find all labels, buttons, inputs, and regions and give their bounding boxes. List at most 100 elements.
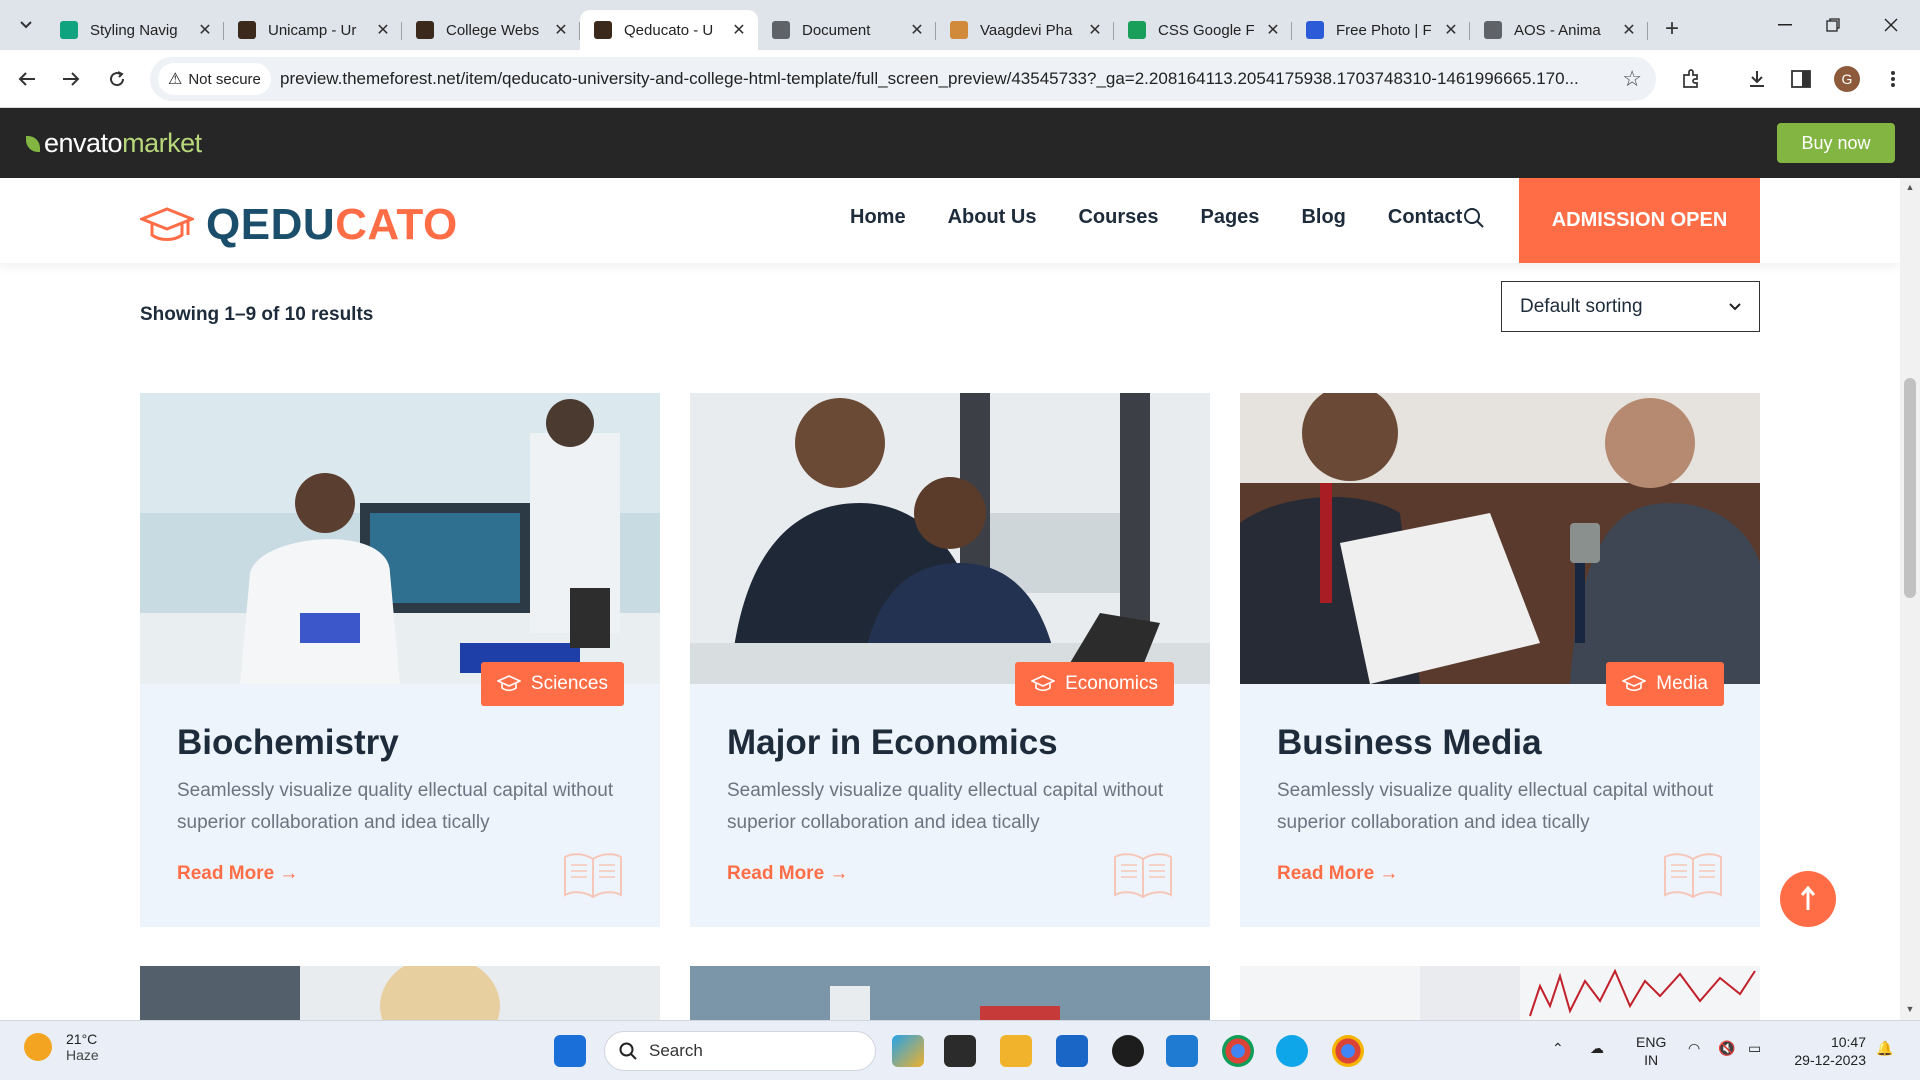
tray-chevron-icon[interactable]: ⌃ xyxy=(1552,1039,1564,1057)
category-label: Media xyxy=(1656,673,1708,694)
close-tab-icon[interactable]: ✕ xyxy=(1442,20,1460,40)
browser-tab[interactable]: Vaagdevi Pha ✕ xyxy=(936,10,1114,50)
course-description: Seamlessly visualize quality ellectual c… xyxy=(727,780,1164,833)
nav-home[interactable]: Home xyxy=(850,206,906,229)
category-label: Economics xyxy=(1065,673,1158,694)
browser-tab[interactable]: CSS Google F ✕ xyxy=(1114,10,1292,50)
course-card[interactable]: Economics Major in Economics Seamlessly … xyxy=(690,393,1210,927)
windows-start-icon[interactable] xyxy=(554,1035,586,1067)
clock[interactable]: 10:47 29-12-2023 xyxy=(1786,1033,1866,1069)
security-chip[interactable]: ⚠ Not secure xyxy=(158,63,271,95)
course-image-lab xyxy=(140,393,660,684)
store-icon[interactable] xyxy=(1056,1035,1088,1067)
close-tab-icon[interactable]: ✕ xyxy=(730,20,748,40)
chrome-profile-icon[interactable] xyxy=(1332,1035,1364,1067)
admission-open-button[interactable]: ADMISSION OPEN xyxy=(1519,178,1760,263)
tab-favicon-icon xyxy=(1128,21,1146,39)
side-panel-icon[interactable] xyxy=(1784,62,1818,96)
close-window-icon[interactable] xyxy=(1862,0,1920,50)
read-more-link[interactable]: Read More → xyxy=(1277,863,1398,885)
tab-favicon-icon xyxy=(1484,21,1502,39)
copilot-icon[interactable] xyxy=(892,1035,924,1067)
weather-widget[interactable]: 21°C Haze xyxy=(24,1031,99,1063)
close-tab-icon[interactable]: ✕ xyxy=(196,20,214,40)
sorting-value: Default sorting xyxy=(1520,295,1643,317)
course-card[interactable]: Sciences Biochemistry Seamlessly visuali… xyxy=(140,393,660,927)
battery-icon[interactable]: ▭ xyxy=(1748,1039,1761,1057)
url-text[interactable]: preview.themeforest.net/item/qeducato-un… xyxy=(280,69,1620,89)
category-badge[interactable]: Economics xyxy=(1015,662,1174,706)
scroll-to-top-button[interactable] xyxy=(1780,871,1836,927)
sorting-select[interactable]: Default sorting xyxy=(1501,281,1760,332)
close-tab-icon[interactable]: ✕ xyxy=(1086,20,1104,40)
read-more-link[interactable]: Read More → xyxy=(177,863,298,885)
nav-pages[interactable]: Pages xyxy=(1201,206,1260,229)
chrome-icon[interactable] xyxy=(1222,1035,1254,1067)
tab-search-chevron-icon[interactable] xyxy=(6,5,46,45)
browser-tab[interactable]: Unicamp - Ur ✕ xyxy=(224,10,402,50)
nav-contact[interactable]: Contact xyxy=(1388,206,1462,229)
onedrive-icon[interactable]: ☁ xyxy=(1590,1039,1604,1057)
scroll-down-icon[interactable]: ▼ xyxy=(1900,1004,1920,1014)
close-tab-icon[interactable]: ✕ xyxy=(1620,20,1638,40)
profile-avatar[interactable]: G xyxy=(1834,66,1860,92)
course-image-partial[interactable] xyxy=(690,966,1210,1020)
windows-taskbar: 21°C Haze Search ⌃ ☁ ENG IN ◠ 🔇 ▭ 10:47 … xyxy=(0,1020,1920,1080)
buy-now-button[interactable]: Buy now xyxy=(1777,123,1895,163)
tab-title: College Webs xyxy=(446,21,540,39)
new-tab-button[interactable]: + xyxy=(1654,11,1690,47)
site-header: QEDUCATO Home About Us Courses Pages Blo… xyxy=(0,178,1900,263)
reload-icon[interactable] xyxy=(100,62,134,96)
browser-tab[interactable]: Qeducato - U ✕ xyxy=(580,10,758,50)
category-badge[interactable]: Media xyxy=(1606,662,1724,706)
taskbar-search[interactable]: Search xyxy=(604,1031,876,1071)
extensions-icon[interactable] xyxy=(1674,62,1708,96)
tab-favicon-icon xyxy=(60,21,78,39)
course-title[interactable]: Biochemistry xyxy=(177,723,399,763)
arrow-up-icon xyxy=(1800,886,1816,910)
course-title[interactable]: Major in Economics xyxy=(727,723,1058,763)
scroll-up-icon[interactable]: ▲ xyxy=(1900,182,1920,192)
nav-blog[interactable]: Blog xyxy=(1301,206,1345,229)
course-image-partial[interactable] xyxy=(1240,966,1760,1020)
browser-menu-icon[interactable] xyxy=(1876,62,1910,96)
task-view-icon[interactable] xyxy=(944,1035,976,1067)
speaker-muted-icon[interactable]: 🔇 xyxy=(1718,1039,1735,1057)
restore-icon[interactable] xyxy=(1804,0,1862,50)
browser-tab[interactable]: Free Photo | F ✕ xyxy=(1292,10,1470,50)
browser-tab[interactable]: College Webs ✕ xyxy=(402,10,580,50)
wifi-icon[interactable]: ◠ xyxy=(1688,1039,1700,1057)
language-indicator[interactable]: ENG IN xyxy=(1636,1033,1666,1069)
close-tab-icon[interactable]: ✕ xyxy=(1264,20,1282,40)
vscode-icon[interactable] xyxy=(1166,1035,1198,1067)
taskbar-search-placeholder: Search xyxy=(649,1041,703,1060)
browser-tab[interactable]: AOS - Anima ✕ xyxy=(1470,10,1648,50)
scrollbar-thumb[interactable] xyxy=(1904,378,1916,598)
browser-tab[interactable]: Styling Navig ✕ xyxy=(46,10,224,50)
nav-courses[interactable]: Courses xyxy=(1078,206,1158,229)
course-title[interactable]: Business Media xyxy=(1277,723,1542,763)
file-explorer-icon[interactable] xyxy=(1000,1035,1032,1067)
address-bar[interactable]: ⚠ Not secure preview.themeforest.net/ite… xyxy=(150,57,1656,101)
bookmark-star-icon[interactable]: ☆ xyxy=(1622,66,1642,92)
read-more-link[interactable]: Read More → xyxy=(727,863,848,885)
close-tab-icon[interactable]: ✕ xyxy=(374,20,392,40)
back-icon[interactable] xyxy=(10,62,44,96)
site-logo[interactable]: QEDUCATO xyxy=(140,200,458,250)
envato-bar: envato market Buy now xyxy=(0,108,1920,178)
nav-about-us[interactable]: About Us xyxy=(948,206,1037,229)
search-icon[interactable] xyxy=(1462,206,1486,230)
download-icon[interactable] xyxy=(1740,62,1774,96)
course-image-partial[interactable] xyxy=(140,966,660,1020)
skype-icon[interactable] xyxy=(1276,1035,1308,1067)
close-tab-icon[interactable]: ✕ xyxy=(908,20,926,40)
page-scrollbar[interactable]: ▲ ▼ xyxy=(1900,178,1920,1020)
close-tab-icon[interactable]: ✕ xyxy=(552,20,570,40)
browser-tab[interactable]: Document ✕ xyxy=(758,10,936,50)
category-badge[interactable]: Sciences xyxy=(480,662,624,706)
forward-icon[interactable] xyxy=(54,62,88,96)
envato-logo[interactable]: envato market xyxy=(26,128,202,159)
dell-icon[interactable] xyxy=(1112,1035,1144,1067)
notification-bell-icon[interactable]: 🔔 xyxy=(1876,1039,1893,1057)
course-card[interactable]: Media Business Media Seamlessly visualiz… xyxy=(1240,393,1760,927)
